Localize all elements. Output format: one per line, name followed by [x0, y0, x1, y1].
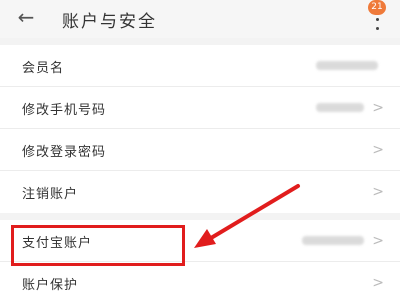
arrow-head	[194, 229, 216, 248]
account-security-screen: ← 账户与安全 21 会员名 修改手机号码 > 修改登录密码 > 注销账户 >	[0, 0, 400, 300]
arrow-shaft	[204, 184, 300, 243]
annotation-arrow	[194, 184, 300, 248]
